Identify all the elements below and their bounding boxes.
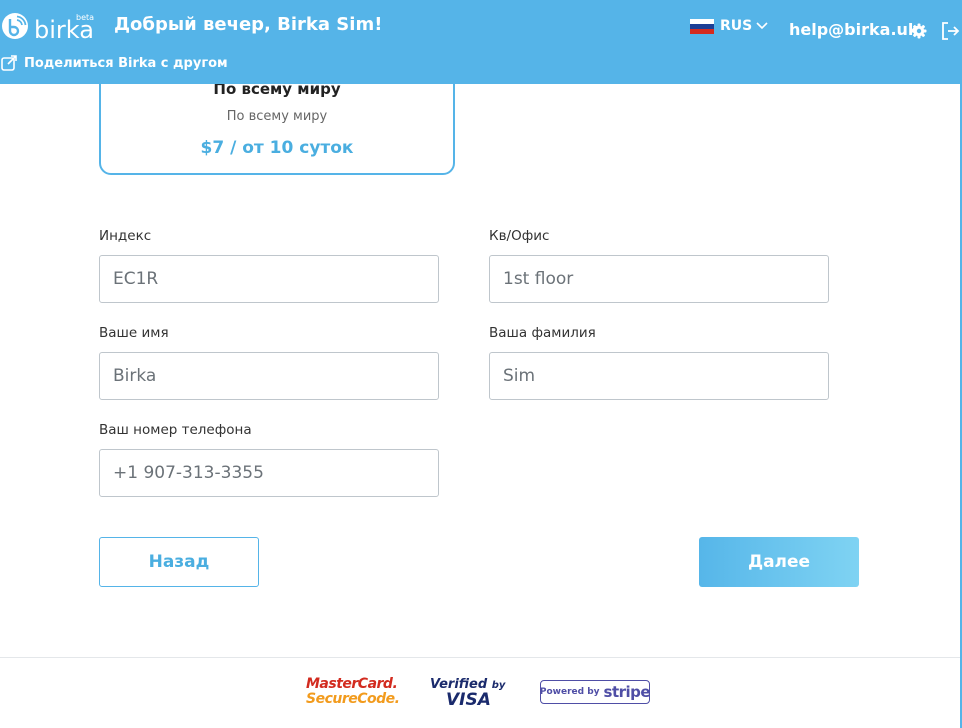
share-birka-link[interactable]: Поделиться Birka с другом (0, 53, 228, 73)
back-button[interactable]: Назад (99, 537, 259, 587)
powered-by-stripe-badge: Powered by stripe (539, 680, 651, 704)
footer-divider (0, 657, 962, 658)
share-icon (1, 55, 17, 71)
phone-input[interactable] (99, 449, 439, 497)
chevron-down-icon (756, 22, 768, 30)
birka-logo[interactable]: birka beta (0, 10, 98, 42)
gear-icon[interactable] (911, 23, 927, 39)
logo-beta-badge: beta (76, 13, 94, 22)
language-label: RUS (720, 18, 753, 34)
securecode-text: SecureCode. (306, 691, 400, 707)
share-label: Поделиться Birka с другом (24, 55, 228, 71)
logout-icon[interactable] (940, 21, 960, 41)
greeting-title: Добрый вечер, Birka Sim! (114, 14, 383, 35)
last-name-label: Ваша фамилия (489, 325, 596, 341)
apartment-label: Кв/Офис (489, 228, 550, 244)
stripe-prefix: Powered by (539, 687, 600, 697)
mastercard-securecode-logo: MasterCard. SecureCode. (306, 676, 400, 707)
language-selector[interactable]: RUS (690, 18, 768, 34)
support-email[interactable]: help@birka.uk (789, 20, 919, 39)
postcode-label: Индекс (99, 228, 152, 244)
last-name-input[interactable] (489, 352, 829, 400)
next-button[interactable]: Далее (699, 537, 859, 587)
postcode-input[interactable] (99, 255, 439, 303)
first-name-input[interactable] (99, 352, 439, 400)
russia-flag-icon (690, 18, 714, 34)
stripe-brand: stripe (603, 683, 651, 701)
mastercard-text: MasterCard. (306, 676, 398, 692)
top-header: birka beta Добрый вечер, Birka Sim! Поде… (0, 0, 962, 84)
visa-text: VISA (446, 690, 491, 710)
plan-subtitle: По всему миру (226, 109, 328, 124)
verified-by-visa-logo: Verified by VISA (430, 677, 506, 710)
plan-price: $7 / от 10 суток (200, 138, 354, 158)
first-name-label: Ваше имя (99, 325, 169, 341)
apartment-input[interactable] (489, 255, 829, 303)
phone-label: Ваш номер телефона (99, 422, 252, 438)
visa-by-text: by (491, 680, 506, 691)
